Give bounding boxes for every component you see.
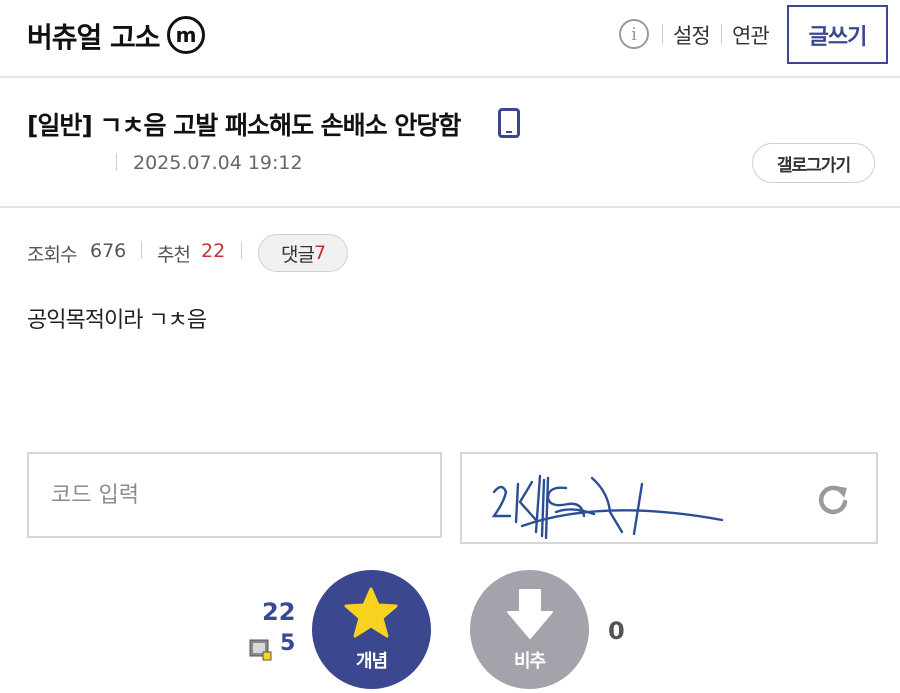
header-divider xyxy=(721,24,722,44)
settings-link[interactable]: 설정 xyxy=(673,20,711,50)
downvote-count: 0 xyxy=(608,617,625,645)
downvote-button[interactable]: 비추 xyxy=(470,570,589,689)
gallog-button[interactable]: 갤로그가기 xyxy=(752,143,875,183)
star-icon xyxy=(344,587,398,638)
top-header: 버츄얼 고소 m i 설정 연관 글쓰기 xyxy=(0,0,900,78)
fixed-member-icon xyxy=(249,639,272,661)
comments-count: 7 xyxy=(313,242,326,264)
post-date: 2025.07.04 19:12 xyxy=(133,152,303,174)
captcha-image xyxy=(491,474,724,540)
upvote-count: 22 xyxy=(262,598,296,626)
post-header: [일반] ㄱㅊ음 고발 패소해도 손배소 안당함 2025.07.04 19:1… xyxy=(0,80,900,208)
write-button[interactable]: 글쓰기 xyxy=(787,5,888,64)
captcha-image-box xyxy=(460,452,878,544)
upvote-button[interactable]: 개념 xyxy=(312,570,431,689)
views-label: 조회수 xyxy=(27,244,77,266)
fixed-member-count: 5 xyxy=(280,631,296,656)
recommend-label: 추천 xyxy=(157,244,191,266)
refresh-icon[interactable] xyxy=(816,482,850,516)
post-title: [일반] ㄱㅊ음 고발 패소해도 손배소 안당함 xyxy=(27,111,461,140)
comments-button[interactable]: 댓글 7 xyxy=(258,234,348,272)
downvote-label: 비추 xyxy=(513,651,546,672)
related-link[interactable]: 연관 xyxy=(732,20,770,50)
recommend-count: 22 xyxy=(201,240,226,262)
mobile-phone-icon xyxy=(498,108,520,138)
minor-gallery-badge: m xyxy=(167,16,205,54)
down-arrow-icon xyxy=(507,589,553,639)
post-body: 공익목적이라 ㄱㅊ음 xyxy=(27,308,207,333)
stat-divider xyxy=(241,241,242,259)
info-icon[interactable]: i xyxy=(619,19,649,49)
gallery-title[interactable]: 버츄얼 고소 xyxy=(27,16,161,56)
date-divider xyxy=(116,153,117,171)
captcha-code-input[interactable] xyxy=(27,452,442,538)
stat-divider xyxy=(141,241,142,259)
header-divider xyxy=(662,24,663,44)
upvote-label: 개념 xyxy=(355,651,388,672)
comments-label: 댓글 xyxy=(280,243,315,266)
views-count: 676 xyxy=(90,240,127,262)
